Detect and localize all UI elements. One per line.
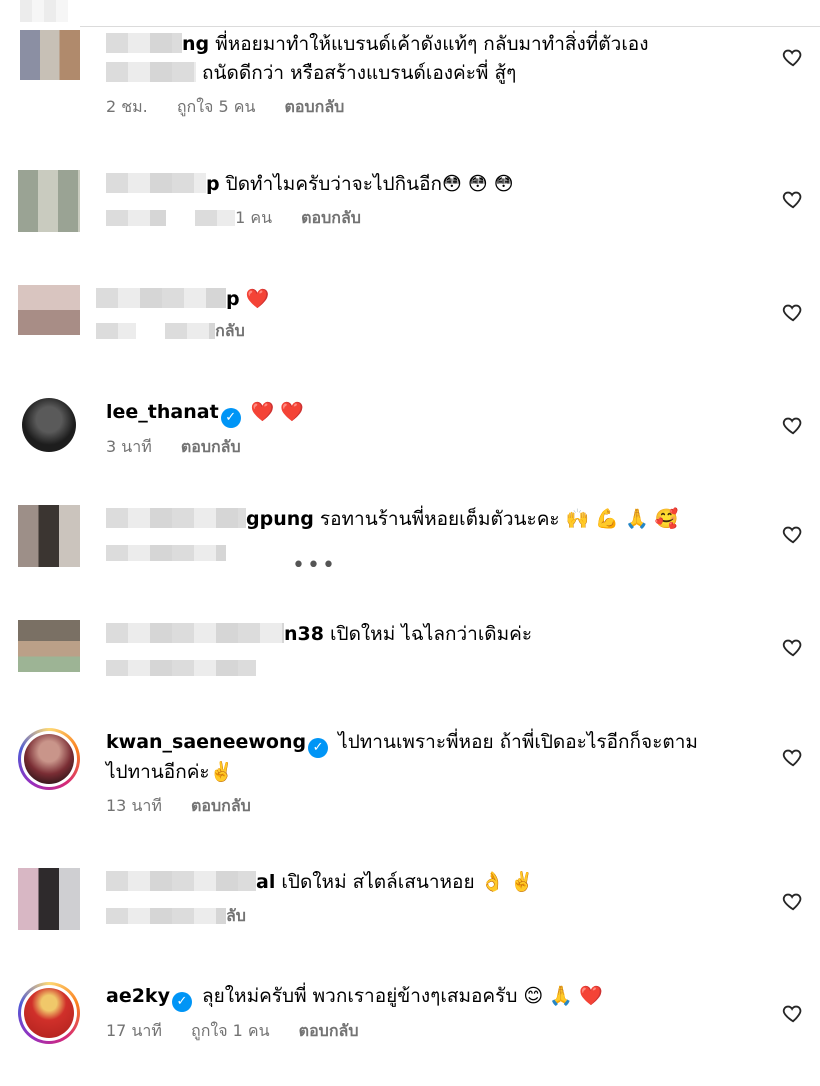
comment-text: ng พี่หอยมาทำให้แบรนด์เค้าดังแท้ๆ กลับมา… bbox=[106, 30, 740, 88]
comment-body: ❤️ ❤️ bbox=[250, 401, 305, 423]
heart-outline-icon[interactable] bbox=[782, 414, 804, 436]
reply-button[interactable]: ตอบกลับ bbox=[299, 1021, 359, 1040]
username[interactable]: lee_thanat bbox=[106, 401, 219, 423]
comment-meta bbox=[106, 542, 740, 564]
heart-outline-icon[interactable] bbox=[782, 1002, 804, 1024]
username[interactable]: al bbox=[256, 871, 275, 893]
comment-meta: 17 นาที ถูกใจ 1 คน ตอบกลับ bbox=[106, 1020, 740, 1042]
blurred-meta bbox=[195, 210, 236, 226]
verified-badge-icon: ✓ bbox=[171, 992, 192, 1012]
blurred-username[interactable] bbox=[106, 33, 182, 53]
avatar[interactable] bbox=[18, 505, 80, 567]
comment-body-2: ถนัดดีกว่า หรือสร้างแบรนด์เองค่ะพี่ สู้ๆ bbox=[202, 62, 517, 84]
heart-outline-icon[interactable] bbox=[782, 636, 804, 658]
blurred-meta bbox=[106, 908, 226, 924]
blurred-username[interactable] bbox=[106, 623, 284, 643]
comment-text: p ❤️ bbox=[96, 285, 740, 314]
like-count[interactable]: ถูกใจ 5 คน bbox=[177, 97, 256, 116]
timestamp[interactable]: 3 นาที bbox=[106, 437, 152, 456]
comment-meta: กลับ bbox=[96, 320, 740, 342]
username[interactable]: kwan_saeneewong bbox=[106, 731, 306, 753]
comment-body-2: ไปทานอีกค่ะ✌️ bbox=[106, 761, 234, 783]
avatar[interactable] bbox=[18, 982, 80, 1044]
blurred-meta bbox=[106, 210, 166, 226]
comment-meta: 3 นาที ตอบกลับ bbox=[106, 436, 740, 458]
timestamp[interactable]: 17 นาที bbox=[106, 1021, 162, 1040]
avatar[interactable] bbox=[22, 398, 76, 452]
comment-text: al เปิดใหม่ สไตล์เสนาหอย 👌 ✌️ bbox=[106, 868, 740, 897]
blurred-username[interactable] bbox=[96, 288, 226, 308]
avatar[interactable] bbox=[18, 170, 80, 232]
reply-button[interactable]: ลับ bbox=[226, 906, 246, 925]
comment-meta: 13 นาที ตอบกลับ bbox=[106, 795, 740, 817]
blurred-meta bbox=[96, 323, 136, 339]
comment-body: เปิดใหม่ สไตล์เสนาหอย 👌 ✌️ bbox=[281, 871, 534, 893]
comment-body: ปิดทำไมครับว่าจะไปกินอีก😳 😳 😳 bbox=[225, 173, 514, 195]
heart-outline-icon[interactable] bbox=[782, 890, 804, 912]
divider bbox=[80, 26, 820, 27]
blurred-meta bbox=[165, 323, 216, 339]
username[interactable]: ae2ky bbox=[106, 985, 170, 1007]
heart-outline-icon[interactable] bbox=[782, 46, 804, 68]
reply-button[interactable]: ตอบกลับ bbox=[285, 97, 345, 116]
timestamp[interactable]: 13 นาที bbox=[106, 796, 162, 815]
comment-body: รอทานร้านพี่หอยเต็มตัวนะคะ 🙌 💪 🙏 🥰 bbox=[319, 508, 679, 530]
reply-button[interactable]: กลับ bbox=[215, 321, 245, 340]
comment-body: ❤️ bbox=[245, 288, 270, 310]
like-count[interactable]: ถูกใจ 1 คน bbox=[191, 1021, 270, 1040]
timestamp[interactable]: 2 ชม. bbox=[106, 97, 148, 116]
blurred-meta bbox=[106, 545, 226, 561]
reply-button[interactable]: ตอบกลับ bbox=[181, 437, 241, 456]
comment-meta bbox=[106, 657, 740, 679]
heart-outline-icon[interactable] bbox=[782, 188, 804, 210]
avatar[interactable] bbox=[18, 728, 80, 790]
comment-meta: 1 คน ตอบกลับ bbox=[106, 207, 740, 229]
comment-text: n38 เปิดใหม่ ไฉไลกว่าเดิมค่ะ bbox=[106, 620, 740, 649]
blurred-text bbox=[106, 62, 196, 82]
blurred-meta bbox=[106, 660, 256, 676]
comment-text: lee_thanat ✓ ❤️ ❤️ bbox=[106, 398, 740, 428]
heart-outline-icon[interactable] bbox=[782, 746, 804, 768]
verified-badge-icon: ✓ bbox=[308, 738, 329, 758]
blurred-username[interactable] bbox=[106, 508, 246, 528]
blurred-username[interactable] bbox=[106, 871, 256, 891]
username[interactable]: p bbox=[206, 173, 220, 195]
like-count[interactable]: 1 คน bbox=[235, 208, 272, 227]
avatar[interactable] bbox=[18, 868, 80, 930]
comment-meta: 2 ชม. ถูกใจ 5 คน ตอบกลับ bbox=[106, 96, 740, 118]
comment-body: ลุยใหม่ครับพี่ พวกเราอยู่ข้างๆเสมอครับ 😊… bbox=[202, 985, 603, 1007]
comment-meta: ลับ bbox=[106, 905, 740, 927]
username[interactable]: p bbox=[226, 288, 240, 310]
comment-body: เปิดใหม่ ไฉไลกว่าเดิมค่ะ bbox=[330, 623, 533, 645]
comment-text: gpung รอทานร้านพี่หอยเต็มตัวนะคะ 🙌 💪 🙏 🥰 bbox=[106, 505, 740, 534]
heart-outline-icon[interactable] bbox=[782, 301, 804, 323]
reply-button[interactable]: ตอบกลับ bbox=[191, 796, 251, 815]
avatar[interactable] bbox=[20, 30, 80, 80]
heart-outline-icon[interactable] bbox=[782, 523, 804, 545]
verified-badge-icon: ✓ bbox=[220, 408, 241, 428]
username[interactable]: gpung bbox=[246, 508, 314, 530]
comment-body: ไปทานเพราะพี่หอย ถ้าพี่เปิดอะไรอีกก็จะตา… bbox=[338, 731, 698, 753]
blurred-username[interactable] bbox=[106, 173, 206, 193]
comment-text: ae2ky ✓ ลุยใหม่ครับพี่ พวกเราอยู่ข้างๆเสม… bbox=[106, 982, 740, 1012]
blurred-avatar-fragment bbox=[20, 0, 68, 22]
comment-body: พี่หอยมาทำให้แบรนด์เค้าดังแท้ๆ กลับมาทำส… bbox=[215, 33, 649, 55]
avatar[interactable] bbox=[18, 620, 80, 672]
reply-button[interactable]: ตอบกลับ bbox=[301, 208, 361, 227]
comment-text: kwan_saeneewong ✓ ไปทานเพราะพี่หอย ถ้าพี่… bbox=[106, 728, 740, 787]
comment-text: p ปิดทำไมครับว่าจะไปกินอีก😳 😳 😳 bbox=[106, 170, 740, 199]
username[interactable]: ng bbox=[182, 33, 209, 55]
avatar[interactable] bbox=[18, 285, 80, 335]
username[interactable]: n38 bbox=[284, 623, 324, 645]
more-options-icon[interactable]: ••• bbox=[292, 553, 337, 578]
